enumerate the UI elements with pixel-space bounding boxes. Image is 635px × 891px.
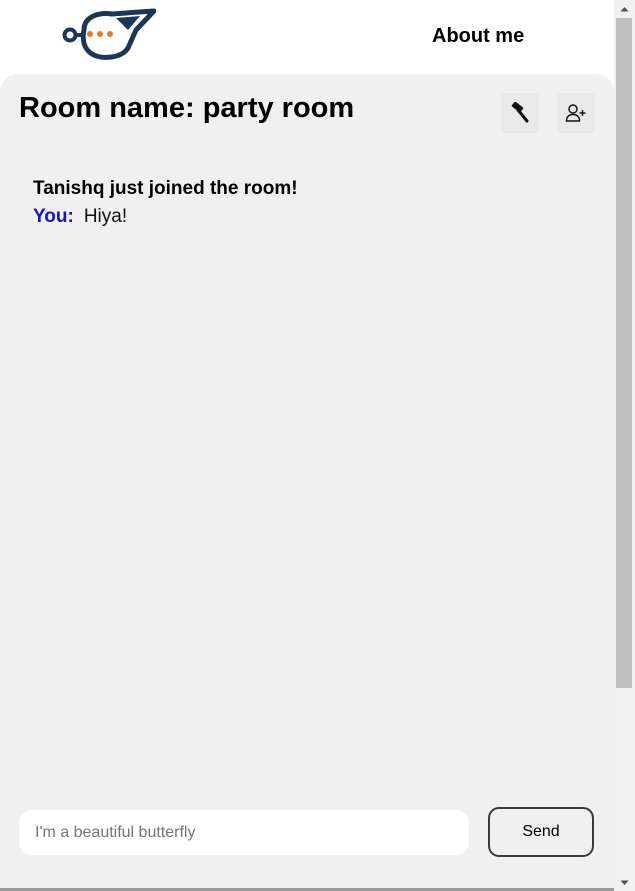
vertical-scrollbar[interactable] bbox=[614, 0, 635, 891]
whistle-chat-logo-icon bbox=[62, 8, 157, 60]
message-list: Tanishq just joined the room! You: Hiya! bbox=[33, 177, 593, 229]
room-title: Room name: party room bbox=[19, 92, 354, 125]
room-title-prefix: Room name: bbox=[19, 92, 195, 124]
room-name: party room bbox=[202, 92, 355, 124]
top-nav: About me bbox=[0, 0, 614, 74]
about-me-link[interactable]: About me bbox=[432, 25, 524, 48]
message-text: Hiya! bbox=[83, 206, 128, 227]
scrollbar-thumb[interactable] bbox=[616, 18, 632, 688]
message-input[interactable] bbox=[19, 810, 469, 855]
add-user-button[interactable] bbox=[557, 93, 595, 133]
system-message: Tanishq just joined the room! bbox=[33, 178, 298, 199]
scroll-up-arrow-icon[interactable] bbox=[614, 0, 635, 17]
logo[interactable] bbox=[62, 8, 157, 62]
chat-panel: Room name: party room Tanishq just joine… bbox=[0, 74, 614, 891]
page: About me Room name: party room Tanishq j… bbox=[0, 0, 614, 891]
hammer-icon bbox=[511, 102, 529, 123]
scroll-down-arrow-icon[interactable] bbox=[614, 874, 635, 891]
chat-message: You: Hiya! bbox=[33, 205, 593, 229]
message-sender: You: bbox=[33, 206, 74, 227]
send-button[interactable]: Send bbox=[488, 807, 594, 857]
add-user-icon bbox=[565, 104, 586, 122]
app-viewport: About me Room name: party room Tanishq j… bbox=[0, 0, 635, 891]
kick-user-button[interactable] bbox=[501, 93, 539, 133]
